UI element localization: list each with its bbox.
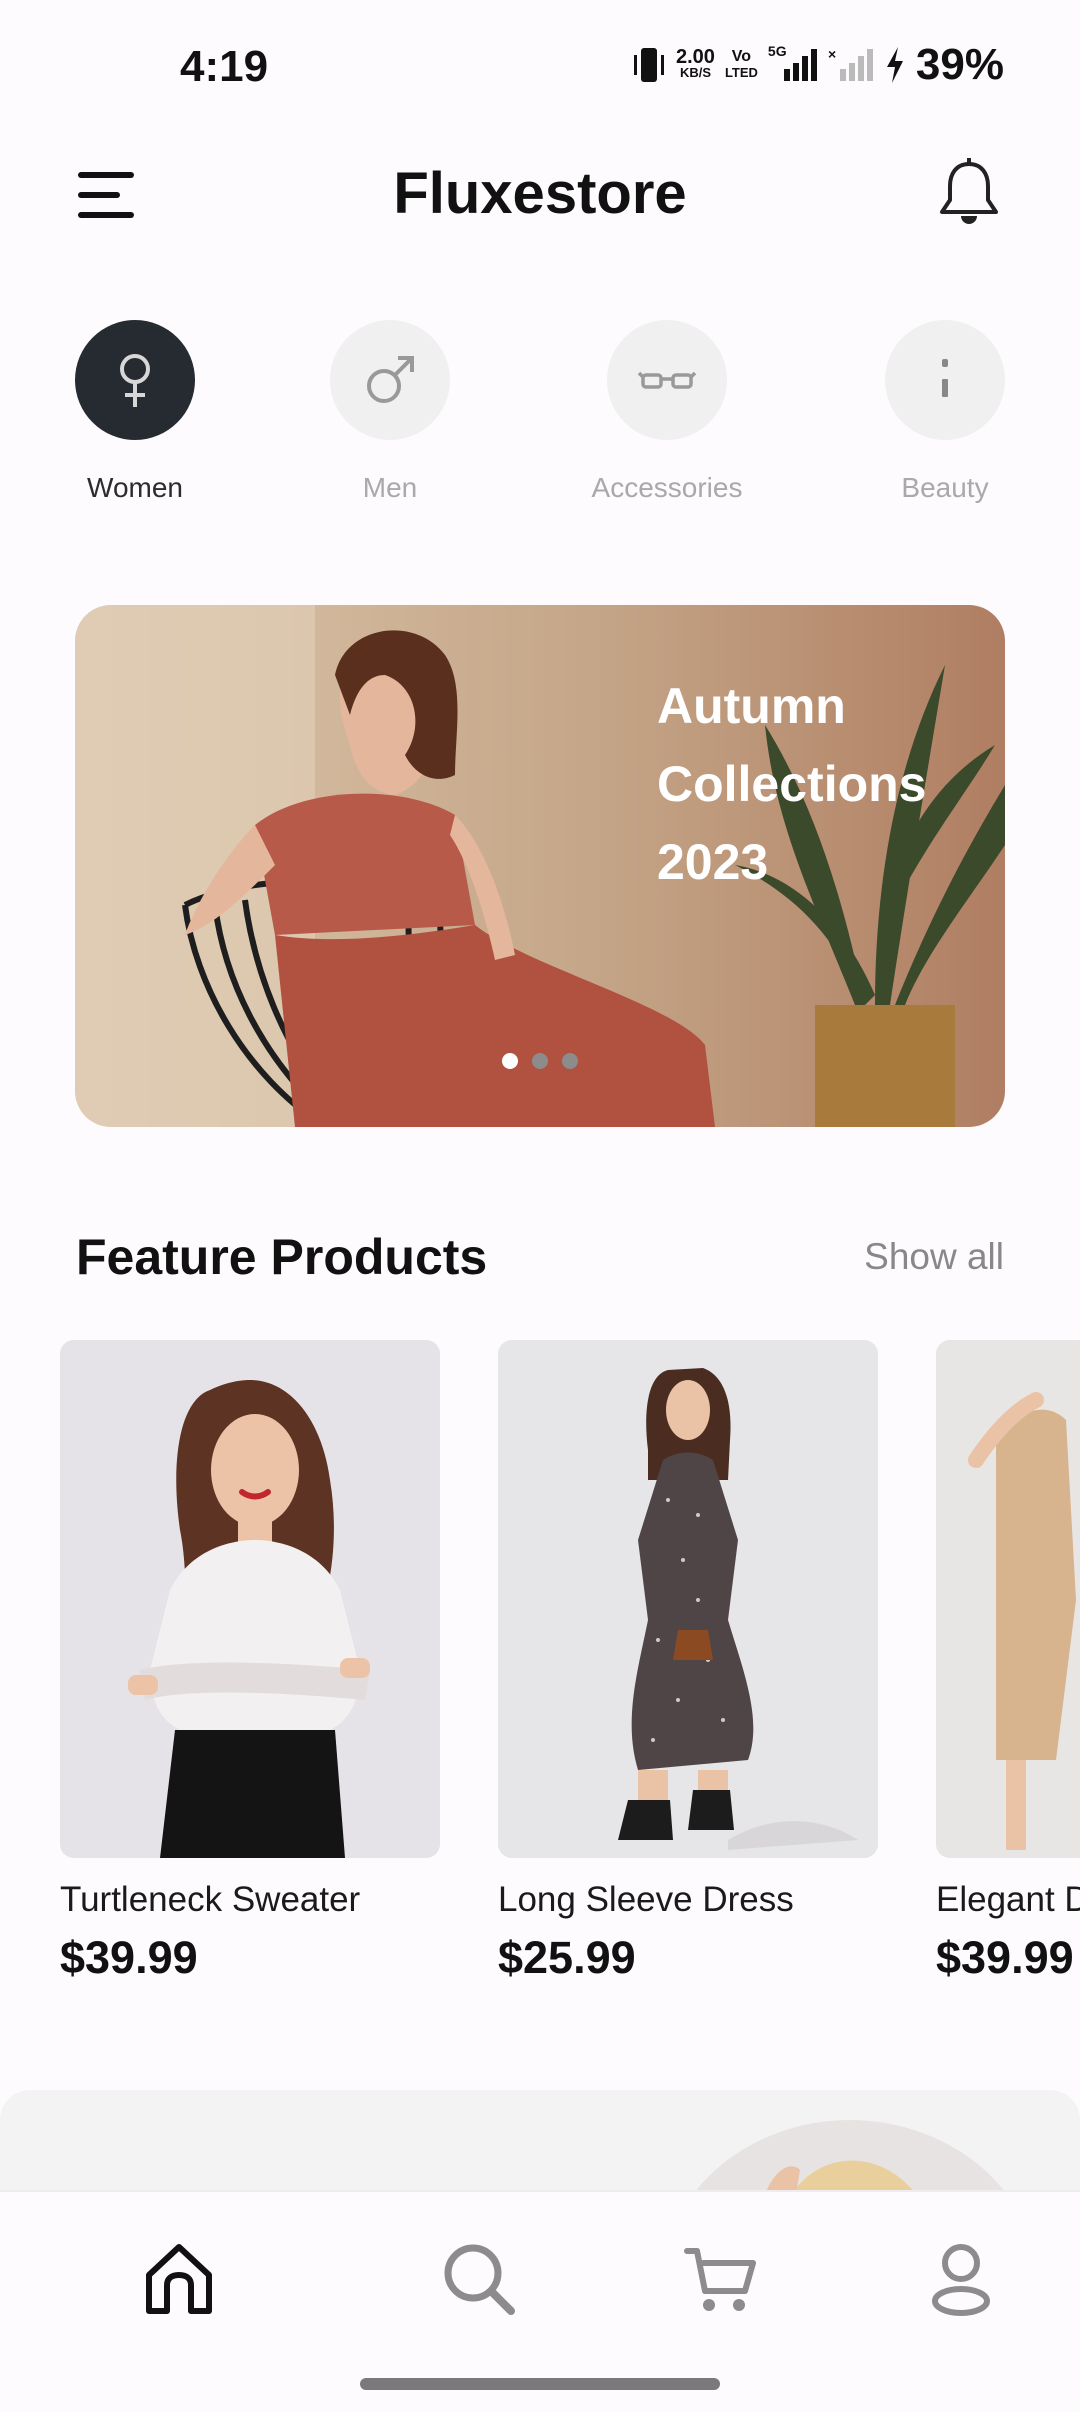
product-card[interactable]: Elegant D $39.99 [936,1340,1080,1984]
category-beauty[interactable]: Beauty [845,320,1045,504]
category-men[interactable]: Men [290,320,490,504]
signal-5g: 5G [768,43,818,83]
product-image [498,1340,878,1858]
lipstick-icon [885,320,1005,440]
product-price: $25.99 [498,1932,636,1983]
category-label: Women [87,472,183,503]
app-title: Fluxestore [393,161,687,226]
product-image [60,1340,440,1858]
status-bar: 4:19 2.00 KB/S Vo LTED 5G × 39% [0,0,1080,136]
carousel-dots[interactable] [502,1053,578,1069]
product-card[interactable]: Long Sleeve Dress $25.99 [498,1340,878,1984]
banner-title: Autumn Collections 2023 [657,667,926,901]
glasses-icon [607,320,727,440]
bell-icon[interactable] [936,156,1002,232]
signal-sim2-icon: × [828,47,873,81]
carousel-dot[interactable] [562,1053,578,1069]
banner-line3: 2023 [657,834,769,890]
status-time: 4:19 [180,42,269,91]
carousel-dot[interactable] [502,1053,518,1069]
category-label: Men [362,472,418,503]
speed-unit: KB/S [679,65,711,80]
category-label: Beauty [901,472,989,503]
volte-line2: LTED [724,65,758,80]
banner-line1: Autumn [657,678,846,734]
promo-banner[interactable]: Autumn Collections 2023 [75,605,1005,1127]
profile-icon[interactable] [916,2234,1006,2324]
category-women[interactable]: Women [35,320,235,504]
volte-line1: Vo [731,48,752,65]
product-name: Elegant D [936,1880,1080,1919]
cart-icon[interactable] [676,2234,766,2324]
product-image [936,1340,1080,1858]
product-price: $39.99 [60,1932,198,1983]
vibrate-icon [634,48,664,82]
speed-value: 2.00 [676,46,715,68]
volte-indicator: Vo LTED [725,49,758,81]
product-price: $39.99 [936,1932,1074,1983]
category-label: Accessories [591,472,743,503]
charging-icon [886,47,903,83]
battery-percent: 39% [915,40,1004,89]
product-name: Long Sleeve Dress [498,1880,794,1919]
search-icon[interactable] [434,2234,524,2324]
female-icon [75,320,195,440]
signal-strength-icon [783,49,817,81]
svg-text:×: × [828,47,836,62]
bottom-nav [0,2190,1080,2360]
product-card[interactable]: Turtleneck Sweater $39.99 [60,1340,440,1984]
carousel-dot[interactable] [532,1053,548,1069]
status-icons: 2.00 KB/S Vo LTED 5G × 39% [632,40,1004,90]
product-carousel: Turtleneck Sweater $39.99 Long Sleeve Dr… [0,1340,1080,2020]
category-bar: Women Men Accessories Beauty [0,320,1080,520]
home-icon[interactable] [134,2234,224,2324]
banner-line2: Collections [657,756,927,812]
app-header: Fluxestore [0,140,1080,250]
show-all-link[interactable]: Show all [864,1236,1004,1278]
network-speed: 2.00 KB/S [676,46,715,81]
category-accessories[interactable]: Accessories [567,320,767,504]
home-indicator[interactable] [360,2378,720,2390]
male-icon [330,320,450,440]
product-name: Turtleneck Sweater [60,1880,361,1919]
section-title: Feature Products [76,1229,488,1285]
